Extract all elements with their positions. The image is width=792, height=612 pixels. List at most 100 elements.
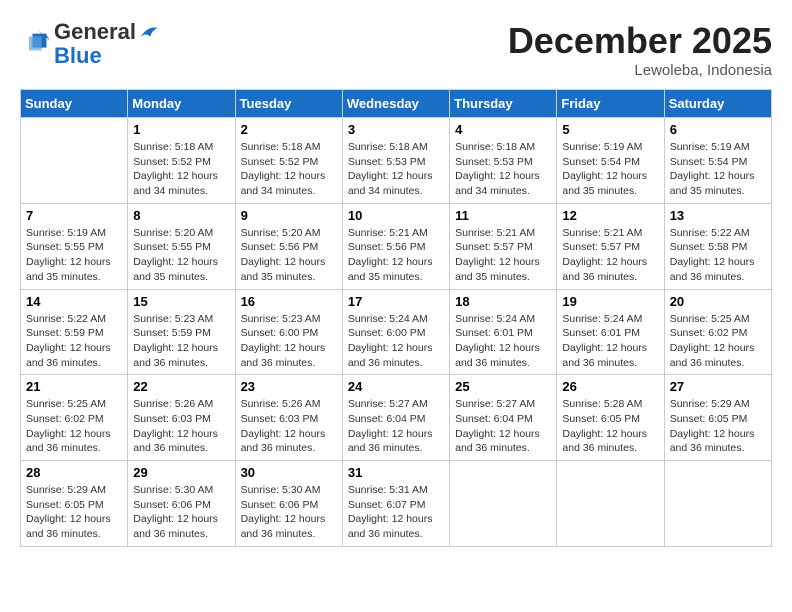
month-title: December 2025 [508, 20, 772, 62]
day-number: 17 [348, 294, 444, 309]
weekday-header-thursday: Thursday [450, 90, 557, 118]
day-number: 3 [348, 122, 444, 137]
calendar-cell: 8 Sunrise: 5:20 AM Sunset: 5:55 PM Daylig… [128, 203, 235, 289]
calendar-header-row: SundayMondayTuesdayWednesdayThursdayFrid… [21, 90, 772, 118]
day-number: 26 [562, 379, 658, 394]
day-info: Sunrise: 5:21 AM Sunset: 5:56 PM Dayligh… [348, 226, 444, 285]
day-info: Sunrise: 5:23 AM Sunset: 5:59 PM Dayligh… [133, 312, 229, 371]
calendar-week-4: 21 Sunrise: 5:25 AM Sunset: 6:02 PM Dayli… [21, 375, 772, 461]
calendar-cell: 18 Sunrise: 5:24 AM Sunset: 6:01 PM Dayli… [450, 289, 557, 375]
day-info: Sunrise: 5:19 AM Sunset: 5:54 PM Dayligh… [562, 140, 658, 199]
calendar-cell: 27 Sunrise: 5:29 AM Sunset: 6:05 PM Dayli… [664, 375, 771, 461]
day-number: 9 [241, 208, 337, 223]
calendar-cell [21, 118, 128, 204]
calendar-cell [450, 461, 557, 547]
day-number: 23 [241, 379, 337, 394]
day-number: 28 [26, 465, 122, 480]
calendar-cell: 10Sunrise: 5:21 AM Sunset: 5:56 PM Dayli… [342, 203, 449, 289]
day-info: Sunrise: 5:24 AM Sunset: 6:01 PM Dayligh… [455, 312, 551, 371]
location: Lewoleba, Indonesia [508, 62, 772, 79]
logo-blue-text: Blue [54, 44, 160, 68]
day-info: Sunrise: 5:24 AM Sunset: 6:00 PM Dayligh… [348, 312, 444, 371]
calendar-cell: 14Sunrise: 5:22 AM Sunset: 5:59 PM Dayli… [21, 289, 128, 375]
day-info: Sunrise: 5:25 AM Sunset: 6:02 PM Dayligh… [26, 397, 122, 456]
calendar-cell: 29Sunrise: 5:30 AM Sunset: 6:06 PM Dayli… [128, 461, 235, 547]
logo-icon [22, 28, 50, 56]
calendar-cell: 30 Sunrise: 5:30 AM Sunset: 6:06 PM Dayli… [235, 461, 342, 547]
day-info: Sunrise: 5:19 AM Sunset: 5:54 PM Dayligh… [670, 140, 766, 199]
logo-bird-icon [137, 22, 159, 44]
calendar-week-1: 1 Sunrise: 5:18 AM Sunset: 5:52 PM Daylig… [21, 118, 772, 204]
weekday-header-sunday: Sunday [21, 90, 128, 118]
logo: General Blue [20, 20, 160, 68]
weekday-header-friday: Friday [557, 90, 664, 118]
calendar-cell: 11Sunrise: 5:21 AM Sunset: 5:57 PM Dayli… [450, 203, 557, 289]
day-info: Sunrise: 5:18 AM Sunset: 5:52 PM Dayligh… [133, 140, 229, 199]
calendar-cell: 22Sunrise: 5:26 AM Sunset: 6:03 PM Dayli… [128, 375, 235, 461]
calendar-week-5: 28 Sunrise: 5:29 AM Sunset: 6:05 PM Dayli… [21, 461, 772, 547]
calendar-cell [557, 461, 664, 547]
weekday-header-tuesday: Tuesday [235, 90, 342, 118]
day-number: 29 [133, 465, 229, 480]
day-number: 13 [670, 208, 766, 223]
day-number: 16 [241, 294, 337, 309]
day-info: Sunrise: 5:22 AM Sunset: 5:58 PM Dayligh… [670, 226, 766, 285]
calendar-cell: 12Sunrise: 5:21 AM Sunset: 5:57 PM Dayli… [557, 203, 664, 289]
calendar-cell: 23 Sunrise: 5:26 AM Sunset: 6:03 PM Dayli… [235, 375, 342, 461]
page-header: General Blue December 2025 Lewoleba, Ind… [20, 20, 772, 79]
day-info: Sunrise: 5:29 AM Sunset: 6:05 PM Dayligh… [670, 397, 766, 456]
day-number: 24 [348, 379, 444, 394]
day-number: 21 [26, 379, 122, 394]
day-number: 4 [455, 122, 551, 137]
day-info: Sunrise: 5:19 AM Sunset: 5:55 PM Dayligh… [26, 226, 122, 285]
day-number: 5 [562, 122, 658, 137]
day-number: 2 [241, 122, 337, 137]
weekday-header-monday: Monday [128, 90, 235, 118]
calendar-cell: 20 Sunrise: 5:25 AM Sunset: 6:02 PM Dayli… [664, 289, 771, 375]
day-info: Sunrise: 5:21 AM Sunset: 5:57 PM Dayligh… [562, 226, 658, 285]
calendar-cell [664, 461, 771, 547]
weekday-header-saturday: Saturday [664, 90, 771, 118]
day-info: Sunrise: 5:28 AM Sunset: 6:05 PM Dayligh… [562, 397, 658, 456]
calendar-cell: 24 Sunrise: 5:27 AM Sunset: 6:04 PM Dayli… [342, 375, 449, 461]
day-number: 6 [670, 122, 766, 137]
day-info: Sunrise: 5:26 AM Sunset: 6:03 PM Dayligh… [133, 397, 229, 456]
calendar-cell: 26 Sunrise: 5:28 AM Sunset: 6:05 PM Dayli… [557, 375, 664, 461]
day-number: 27 [670, 379, 766, 394]
day-info: Sunrise: 5:18 AM Sunset: 5:53 PM Dayligh… [455, 140, 551, 199]
day-info: Sunrise: 5:23 AM Sunset: 6:00 PM Dayligh… [241, 312, 337, 371]
day-number: 31 [348, 465, 444, 480]
calendar-cell: 1 Sunrise: 5:18 AM Sunset: 5:52 PM Daylig… [128, 118, 235, 204]
calendar-cell: 31Sunrise: 5:31 AM Sunset: 6:07 PM Dayli… [342, 461, 449, 547]
day-info: Sunrise: 5:20 AM Sunset: 5:55 PM Dayligh… [133, 226, 229, 285]
day-info: Sunrise: 5:26 AM Sunset: 6:03 PM Dayligh… [241, 397, 337, 456]
day-info: Sunrise: 5:27 AM Sunset: 6:04 PM Dayligh… [455, 397, 551, 456]
calendar-cell: 3Sunrise: 5:18 AM Sunset: 5:53 PM Daylig… [342, 118, 449, 204]
calendar-cell: 4 Sunrise: 5:18 AM Sunset: 5:53 PM Daylig… [450, 118, 557, 204]
calendar-cell: 13 Sunrise: 5:22 AM Sunset: 5:58 PM Dayli… [664, 203, 771, 289]
calendar-cell: 9Sunrise: 5:20 AM Sunset: 5:56 PM Daylig… [235, 203, 342, 289]
day-info: Sunrise: 5:30 AM Sunset: 6:06 PM Dayligh… [241, 483, 337, 542]
day-number: 18 [455, 294, 551, 309]
day-info: Sunrise: 5:29 AM Sunset: 6:05 PM Dayligh… [26, 483, 122, 542]
logo-general-text: General [54, 19, 136, 44]
calendar-cell: 2Sunrise: 5:18 AM Sunset: 5:52 PM Daylig… [235, 118, 342, 204]
day-info: Sunrise: 5:21 AM Sunset: 5:57 PM Dayligh… [455, 226, 551, 285]
day-info: Sunrise: 5:25 AM Sunset: 6:02 PM Dayligh… [670, 312, 766, 371]
day-number: 20 [670, 294, 766, 309]
day-number: 14 [26, 294, 122, 309]
calendar-cell: 5 Sunrise: 5:19 AM Sunset: 5:54 PM Daylig… [557, 118, 664, 204]
calendar-cell: 28 Sunrise: 5:29 AM Sunset: 6:05 PM Dayli… [21, 461, 128, 547]
calendar-cell: 16 Sunrise: 5:23 AM Sunset: 6:00 PM Dayli… [235, 289, 342, 375]
calendar-cell: 7 Sunrise: 5:19 AM Sunset: 5:55 PM Daylig… [21, 203, 128, 289]
day-number: 19 [562, 294, 658, 309]
calendar-week-3: 14Sunrise: 5:22 AM Sunset: 5:59 PM Dayli… [21, 289, 772, 375]
day-number: 8 [133, 208, 229, 223]
day-number: 1 [133, 122, 229, 137]
day-number: 30 [241, 465, 337, 480]
calendar-cell: 6 Sunrise: 5:19 AM Sunset: 5:54 PM Daylig… [664, 118, 771, 204]
calendar-cell: 19Sunrise: 5:24 AM Sunset: 6:01 PM Dayli… [557, 289, 664, 375]
day-number: 7 [26, 208, 122, 223]
day-info: Sunrise: 5:27 AM Sunset: 6:04 PM Dayligh… [348, 397, 444, 456]
calendar-cell: 15Sunrise: 5:23 AM Sunset: 5:59 PM Dayli… [128, 289, 235, 375]
